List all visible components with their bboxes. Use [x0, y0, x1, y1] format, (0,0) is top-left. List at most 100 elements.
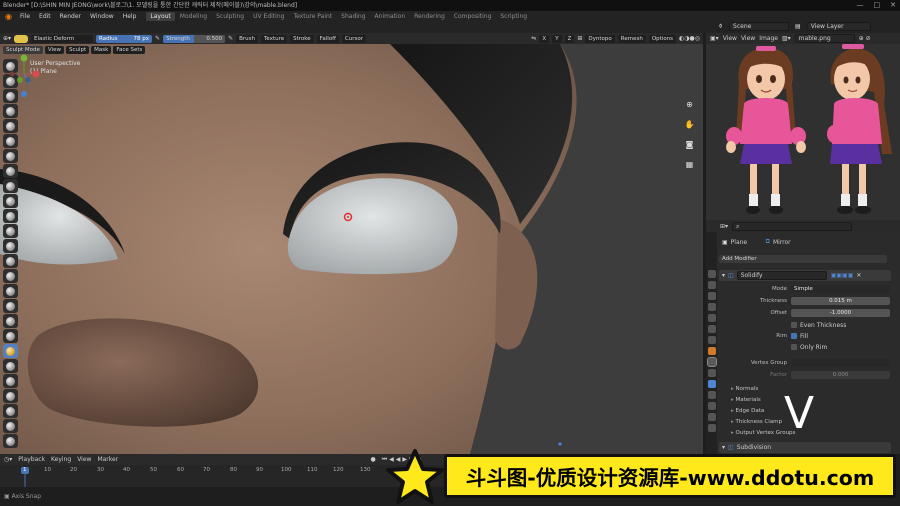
tool-smooth[interactable] [3, 194, 18, 208]
strength-value[interactable]: 0.500 [206, 35, 222, 43]
tool-thumb[interactable] [3, 329, 18, 343]
tool-flatten[interactable] [3, 209, 18, 223]
menu-help[interactable]: Help [119, 12, 141, 21]
material-tab-icon[interactable] [707, 413, 716, 421]
image-view2-menu[interactable]: View [741, 35, 755, 42]
tool-draw-face-sets[interactable] [3, 434, 18, 448]
maximize-button[interactable]: □ [874, 0, 881, 11]
stroke-menu[interactable]: Stroke [290, 34, 314, 43]
image-editor-icon[interactable]: ▣▾ [710, 35, 719, 42]
tool-multiplane-scrape[interactable] [3, 254, 18, 268]
axis-x-toggle[interactable]: X [539, 34, 550, 43]
tool-clay-strips[interactable] [3, 104, 18, 118]
tool-snake-hook[interactable] [3, 314, 18, 328]
offset-field[interactable]: -1.0000 [791, 309, 890, 317]
workspace-tab-compositing[interactable]: Compositing [450, 12, 496, 21]
strength-pressure-icon[interactable]: ✎ [228, 35, 233, 42]
marker-menu[interactable]: Marker [97, 456, 118, 463]
render-tab-icon[interactable] [707, 281, 716, 289]
symmetry-icon[interactable]: ⇋ [531, 35, 536, 42]
keying-menu[interactable]: Keying [51, 456, 71, 463]
properties-search[interactable]: ⌕ [732, 221, 853, 231]
sculpt-menu[interactable]: Sculpt [65, 45, 90, 54]
camera-icon[interactable]: ◙ [684, 139, 695, 150]
lock-icon[interactable]: ⊞ [577, 35, 582, 42]
options-menu[interactable]: Options [648, 34, 677, 43]
workspace-tab-shading[interactable]: Shading [337, 12, 369, 21]
tool-fill[interactable] [3, 224, 18, 238]
scene-field[interactable]: Scene [729, 22, 790, 31]
thickness-field[interactable]: 0.015 m [791, 297, 890, 305]
timeline-view-menu[interactable]: View [77, 456, 91, 463]
collection-tab-icon[interactable] [707, 336, 716, 344]
tool-grab[interactable] [3, 284, 18, 298]
reference-image-view[interactable] [706, 44, 900, 220]
tool-elastic-deform[interactable] [3, 299, 18, 313]
blender-logo-icon[interactable]: ◉ [2, 12, 15, 21]
menu-edit[interactable]: Edit [35, 12, 55, 21]
fill-checkbox[interactable] [791, 333, 797, 339]
tool-mask[interactable] [3, 419, 18, 433]
scene-tab-icon[interactable] [707, 314, 716, 322]
editor-type-icon[interactable]: ⊕▾ [3, 35, 11, 42]
modifier-visibility-icons[interactable]: ▣▣▣▣ [827, 272, 854, 279]
mask-menu[interactable]: Mask [91, 45, 112, 54]
image-pin-icon[interactable]: ⊕ ⊘ [859, 35, 871, 42]
tool-simplify[interactable] [3, 404, 18, 418]
3d-viewport[interactable]: User Perspective (1) Plane ⊕ ✋ ◙ ▦ [0, 44, 703, 454]
tool-pose[interactable] [3, 344, 18, 358]
view-layer-field[interactable]: View Layer [806, 22, 871, 31]
brush-name-field[interactable]: Elastic Deform [31, 34, 94, 43]
tool-tab-icon[interactable] [707, 270, 716, 278]
face-sets-menu[interactable]: Face Sets [113, 45, 146, 54]
workspace-tab-animation[interactable]: Animation [371, 12, 410, 21]
menu-file[interactable]: File [16, 12, 34, 21]
pan-hand-icon[interactable]: ✋ [684, 119, 695, 130]
grid-view-icon[interactable]: ▦ [684, 159, 695, 170]
tool-clay-thumb[interactable] [3, 119, 18, 133]
pressure-icon[interactable]: ✎ [155, 35, 160, 42]
workspace-tab-texture-paint[interactable]: Texture Paint [289, 12, 336, 21]
menu-render[interactable]: Render [56, 12, 85, 21]
falloff-menu[interactable]: Falloff [316, 34, 339, 43]
edge-data-panel[interactable]: Edge Data [731, 408, 765, 414]
remesh-menu[interactable]: Remesh [617, 34, 646, 43]
physics-tab-icon[interactable] [707, 380, 716, 388]
texture-menu[interactable]: Texture [260, 34, 288, 43]
tool-layer[interactable] [3, 134, 18, 148]
materials-panel[interactable]: Materials [731, 397, 761, 403]
object-name[interactable]: Plane [731, 239, 766, 246]
only-rim-checkbox[interactable] [791, 344, 797, 350]
view-layer-icon[interactable]: ▤ [795, 23, 801, 30]
data-tab-icon[interactable] [707, 402, 716, 410]
close-button[interactable]: ✕ [890, 0, 896, 11]
output-tab-icon[interactable] [707, 292, 716, 300]
zoom-icon[interactable]: ⊕ [684, 99, 695, 110]
factor-field[interactable]: 0.000 [791, 371, 890, 379]
workspace-tab-modeling[interactable]: Modeling [176, 12, 211, 21]
menu-window[interactable]: Window [86, 12, 118, 21]
tool-nudge[interactable] [3, 359, 18, 373]
brush-preview-icon[interactable] [14, 34, 29, 43]
brush-menu[interactable]: Brush [236, 34, 258, 43]
cursor-menu[interactable]: Cursor [341, 34, 366, 43]
image-menu[interactable]: Image [759, 35, 778, 42]
workspace-tab-layout[interactable]: Layout [146, 12, 175, 21]
current-frame[interactable]: 1 [23, 467, 27, 473]
add-modifier-button[interactable]: Add Modifier [719, 255, 887, 263]
even-thickness-checkbox[interactable] [791, 322, 797, 328]
constraints-tab-icon[interactable] [707, 391, 716, 399]
particles-tab-icon[interactable] [707, 369, 716, 377]
radius-value[interactable]: 78 px [134, 35, 150, 43]
object-tab-icon[interactable] [707, 347, 716, 355]
workspace-tab-rendering[interactable]: Rendering [410, 12, 449, 21]
axis-z-toggle[interactable]: Z [564, 34, 575, 43]
sculpt-face-render[interactable] [0, 44, 703, 454]
properties-editor-icon[interactable]: ⊞▾ [720, 223, 728, 230]
vertex-group-field[interactable] [791, 359, 890, 367]
autokey-icon[interactable]: ● [370, 456, 375, 463]
scene-icon[interactable]: ⚱ [718, 23, 723, 30]
mode-selector[interactable]: Sculpt Mode [3, 45, 43, 54]
tool-scrape[interactable] [3, 239, 18, 253]
image-browse-icon[interactable]: ▨▾ [782, 35, 791, 42]
